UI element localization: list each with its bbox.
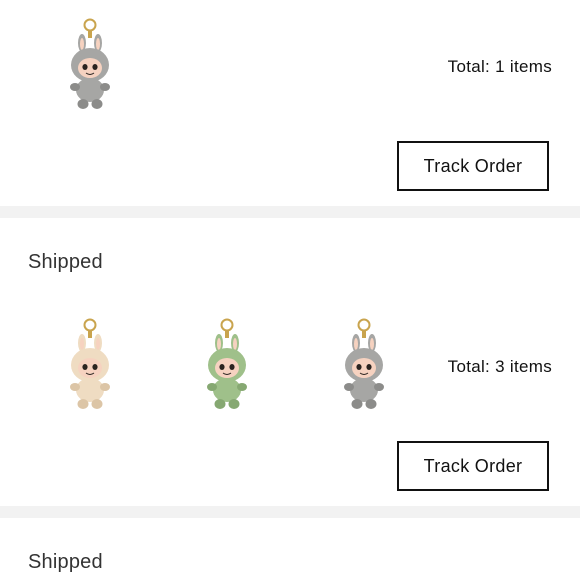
product-thumbnail[interactable] <box>336 318 392 414</box>
product-thumbnail[interactable] <box>62 318 118 414</box>
product-thumbnail[interactable] <box>62 18 118 114</box>
green-bunny-plush-keychain-icon <box>207 318 247 409</box>
track-order-button[interactable]: Track Order <box>397 141 549 191</box>
grey-bunny-plush-keychain-icon <box>70 18 110 109</box>
track-order-button[interactable]: Track Order <box>397 441 549 491</box>
grey-bunny-plush-keychain-icon <box>344 318 384 409</box>
cream-bunny-plush-keychain-icon <box>70 318 110 409</box>
section-divider <box>0 506 580 518</box>
product-thumbnail[interactable] <box>199 318 255 414</box>
order-status: Shipped <box>28 251 103 273</box>
orders-page: Total: 1 items Track Order Shipped Total… <box>0 0 580 580</box>
order-total: Total: 3 items <box>447 357 552 376</box>
section-divider <box>0 206 580 218</box>
order-status: Shipped <box>28 551 103 573</box>
order-total: Total: 1 items <box>447 57 552 76</box>
